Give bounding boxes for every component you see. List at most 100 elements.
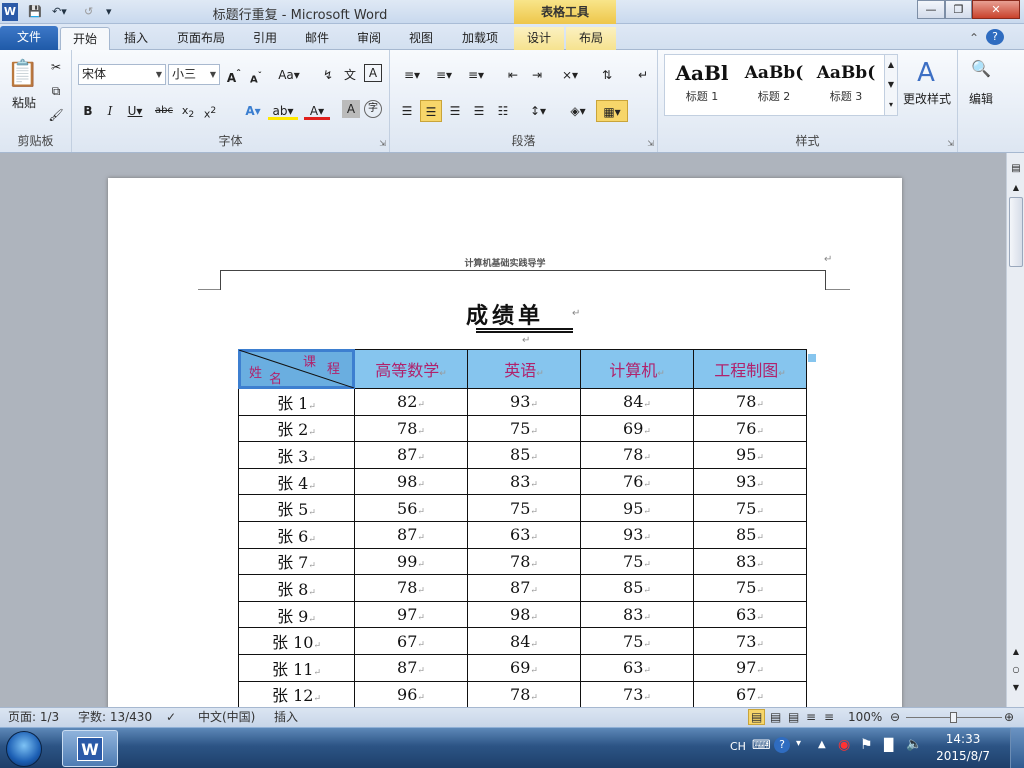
full-screen-reading-icon[interactable]: ▤ <box>770 708 781 727</box>
chinese-layout-icon[interactable]: ⨯▾ <box>556 64 584 86</box>
zoom-out-icon[interactable]: ⊖ <box>890 708 900 727</box>
score-cell[interactable]: 87↵ <box>354 653 468 682</box>
score-cell[interactable]: 75↵ <box>580 627 694 655</box>
style-heading-2[interactable]: AaBb( 标题 2 <box>738 58 810 113</box>
score-cell[interactable]: 85↵ <box>693 520 807 549</box>
score-cell[interactable]: 73↵ <box>580 680 694 707</box>
taskbar-word-button[interactable]: W <box>62 730 118 767</box>
student-name-cell[interactable]: 张 3↵ <box>238 441 355 469</box>
show-hidden-icons-icon[interactable]: ▲ <box>818 739 826 750</box>
tab-review[interactable]: 审阅 <box>350 27 388 50</box>
show-marks-icon[interactable]: ↵ <box>634 64 652 86</box>
editing-button[interactable]: 编辑 <box>962 88 1000 110</box>
close-button[interactable]: ✕ <box>972 0 1020 19</box>
tray-menu-icon[interactable]: ▾ <box>796 738 801 749</box>
insert-mode[interactable]: 插入 <box>274 708 298 727</box>
diagonal-header-cell[interactable]: 课 程 姓 名 <box>238 349 355 389</box>
tab-design[interactable]: 设计 <box>514 27 564 50</box>
draft-view-icon[interactable]: ≡ <box>824 708 834 727</box>
scroll-up-icon[interactable]: ▲ <box>1009 183 1023 195</box>
outline-view-icon[interactable]: ≡ <box>806 708 816 727</box>
binoculars-icon[interactable]: 🔍 <box>966 58 996 80</box>
score-cell[interactable]: 75↵ <box>693 574 807 602</box>
web-layout-icon[interactable]: ▤ <box>788 708 799 727</box>
score-cell[interactable]: 93↵ <box>467 388 581 416</box>
network-icon[interactable]: █ <box>884 738 893 752</box>
tab-home[interactable]: 开始 <box>60 27 110 50</box>
tab-mailings[interactable]: 邮件 <box>298 27 336 50</box>
score-cell[interactable]: 84↵ <box>580 388 694 416</box>
score-cell[interactable]: 95↵ <box>580 494 694 522</box>
font-color-icon[interactable]: A▾ <box>304 100 330 120</box>
superscript-icon[interactable]: x2 <box>200 100 220 122</box>
show-desktop-button[interactable] <box>1010 728 1024 768</box>
decrease-indent-icon[interactable]: ⇤ <box>502 64 524 86</box>
volume-icon[interactable]: 🔈 <box>906 737 922 752</box>
grow-font-icon[interactable]: Aˆ <box>224 64 244 86</box>
tab-view[interactable]: 视图 <box>402 27 440 50</box>
borders-icon[interactable]: ▦▾ <box>596 100 628 122</box>
system-clock[interactable]: 14:33 2015/8/7 <box>936 731 990 765</box>
shading-icon[interactable]: ◈▾ <box>564 100 592 122</box>
student-name-cell[interactable]: 张 11↵ <box>238 653 355 682</box>
font-dialog-launcher-icon[interactable]: ⇲ <box>379 139 386 148</box>
word-count[interactable]: 字数: 13/430 <box>78 708 152 727</box>
ime-indicator[interactable]: CH <box>730 740 746 753</box>
student-name-cell[interactable]: 张 5↵ <box>238 494 355 522</box>
proofing-icon[interactable]: ✓ <box>166 708 176 727</box>
tab-page-layout[interactable]: 页面布局 <box>170 27 232 50</box>
action-center-icon[interactable]: ⚑ <box>860 737 873 753</box>
change-styles-button[interactable]: 更改样式 <box>898 88 956 110</box>
score-cell[interactable]: 97↵ <box>693 653 807 682</box>
zoom-in-icon[interactable]: ⊕ <box>1004 708 1014 727</box>
score-cell[interactable]: 67↵ <box>693 680 807 707</box>
header-cell-computer[interactable]: 计算机↵ <box>580 349 694 389</box>
align-center-icon[interactable]: ☰ <box>420 100 442 122</box>
font-size-combo[interactable]: 小三 ▼ <box>168 64 220 85</box>
score-cell[interactable]: 98↵ <box>354 467 468 496</box>
student-name-cell[interactable]: 张 7↵ <box>238 547 355 576</box>
scroll-thumb[interactable] <box>1009 197 1023 267</box>
student-name-cell[interactable]: 张 1↵ <box>238 388 355 416</box>
print-layout-view-icon[interactable]: ▤ <box>748 709 766 725</box>
grades-table[interactable]: 课 程 姓 名 高等数学↵ 英语↵ 计算机↵ 工程制图↵ 张 1↵ 82↵ 93↵ 8… <box>238 349 807 707</box>
score-cell[interactable]: 97↵ <box>354 600 468 629</box>
subscript-icon[interactable]: x2 <box>178 100 198 122</box>
security-tray-icon[interactable]: ◉ <box>838 737 850 753</box>
restore-button[interactable]: ❐ <box>945 0 972 19</box>
score-cell[interactable]: 93↵ <box>693 467 807 496</box>
paste-button[interactable]: 粘贴 <box>2 92 46 114</box>
style-heading-1[interactable]: AaBl 标题 1 <box>666 58 738 113</box>
shrink-font-icon[interactable]: Aˇ <box>246 64 266 86</box>
format-painter-icon[interactable]: 🖌 <box>46 104 66 126</box>
vertical-scrollbar[interactable]: ▤ ▲ ▲ ○ ▼ <box>1006 153 1024 707</box>
zoom-level[interactable]: 100% <box>848 708 882 727</box>
score-cell[interactable]: 87↵ <box>354 520 468 549</box>
keyboard-icon[interactable]: ⌨ <box>752 738 771 753</box>
styles-dialog-launcher-icon[interactable]: ⇲ <box>947 139 954 148</box>
score-cell[interactable]: 93↵ <box>580 520 694 549</box>
score-cell[interactable]: 56↵ <box>354 494 468 522</box>
bold-icon[interactable]: B <box>78 100 98 122</box>
score-cell[interactable]: 69↵ <box>580 414 694 443</box>
score-cell[interactable]: 63↵ <box>467 520 581 549</box>
score-cell[interactable]: 78↵ <box>693 388 807 416</box>
minimize-button[interactable]: — <box>917 0 945 19</box>
bullets-icon[interactable]: ≡▾ <box>398 64 426 86</box>
font-name-combo[interactable]: 宋体 ▼ <box>78 64 166 85</box>
start-button[interactable] <box>6 731 42 767</box>
phonetic-guide-icon[interactable]: 文 <box>340 64 360 86</box>
score-cell[interactable]: 83↵ <box>693 547 807 576</box>
student-name-cell[interactable]: 张 6↵ <box>238 520 355 549</box>
italic-icon[interactable]: I <box>100 100 120 122</box>
change-case-icon[interactable]: Aa▾ <box>276 64 302 86</box>
document-page[interactable]: 计算机基础实践导学 ↵ 成绩单 ↵ ↵ 课 程 姓 名 高等数学↵ 英语↵ 计算… <box>108 178 902 707</box>
score-cell[interactable]: 84↵ <box>467 627 581 655</box>
strikethrough-icon[interactable]: abc <box>152 100 176 122</box>
help-icon[interactable]: ? <box>986 29 1004 45</box>
score-cell[interactable]: 82↵ <box>354 388 468 416</box>
score-cell[interactable]: 69↵ <box>467 653 581 682</box>
minimize-ribbon-icon[interactable]: ⌃ <box>966 27 982 50</box>
score-cell[interactable]: 83↵ <box>580 600 694 629</box>
cut-icon[interactable]: ✂ <box>46 56 66 78</box>
